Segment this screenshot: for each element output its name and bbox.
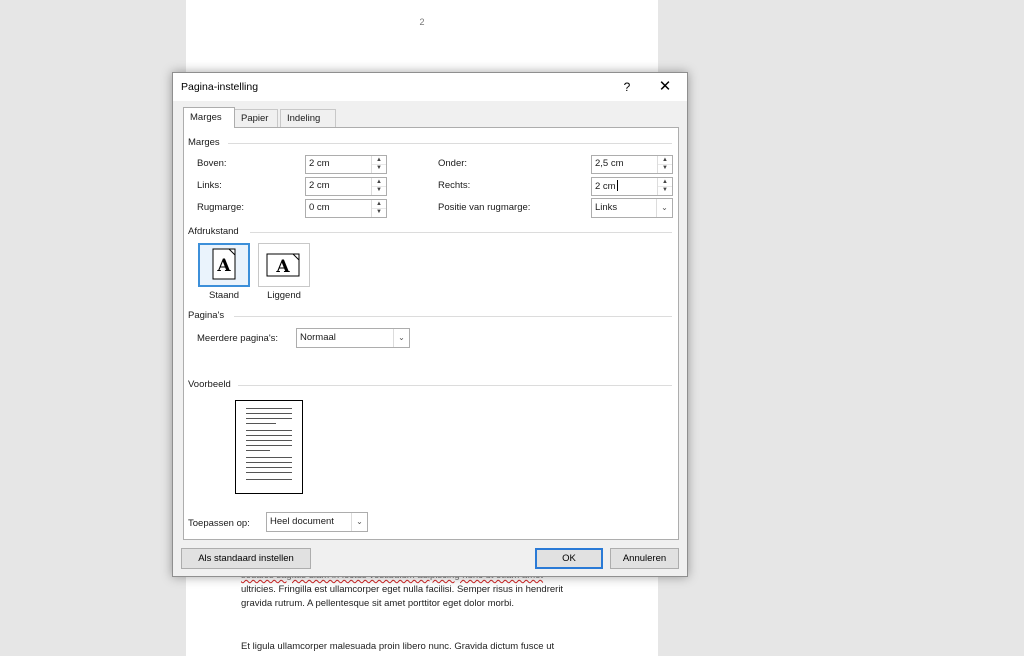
doc-line: Et ligula ullamcorper malesuada proin li… — [241, 641, 555, 652]
portrait-page-icon: A — [212, 248, 236, 280]
spin-down-icon[interactable]: ▼ — [658, 164, 672, 172]
dialog-titlebar: Pagina-instelling ? ✕ — [173, 73, 687, 101]
svg-text:A: A — [275, 257, 290, 277]
section-divider — [250, 232, 672, 233]
spin-down-icon[interactable]: ▼ — [372, 208, 386, 216]
apply-to-value: Heel document — [270, 516, 334, 527]
top-margin-spinner[interactable]: 2 cm ▲ ▼ — [305, 155, 387, 174]
gutter-position-select[interactable]: Links ⌄ — [591, 198, 673, 218]
left-margin-spinner[interactable]: 2 cm ▲ ▼ — [305, 177, 387, 196]
gutter-value: 0 cm — [309, 202, 330, 213]
multiple-pages-label: Meerdere pagina's: — [197, 333, 279, 344]
section-divider — [234, 316, 672, 317]
text-cursor — [616, 180, 618, 191]
spin-down-icon[interactable]: ▼ — [658, 186, 672, 194]
section-divider — [238, 385, 672, 386]
bottom-margin-label: Onder: — [438, 158, 468, 169]
cancel-button[interactable]: Annuleren — [610, 548, 679, 569]
bottom-margin-spinner[interactable]: 2,5 cm ▲ ▼ — [591, 155, 673, 174]
svg-text:A: A — [216, 256, 231, 276]
help-button[interactable]: ? — [617, 77, 637, 97]
bottom-margin-value: 2,5 cm — [595, 158, 624, 169]
dialog-title: Pagina-instelling — [181, 81, 259, 93]
section-pages-label: Pagina's — [188, 310, 225, 321]
gutter-label: Rugmarge: — [197, 202, 244, 213]
page-setup-dialog: Pagina-instelling ? ✕ Marges Papier Inde… — [172, 72, 688, 577]
left-margin-value: 2 cm — [309, 180, 330, 191]
set-as-default-button[interactable]: Als standaard instellen — [181, 548, 311, 569]
tab-papier[interactable]: Papier — [234, 109, 278, 128]
top-margin-value: 2 cm — [309, 158, 330, 169]
tab-marges[interactable]: Marges — [183, 107, 235, 128]
page-preview — [235, 400, 303, 494]
section-marges-label: Marges — [188, 137, 220, 148]
right-margin-label: Rechts: — [438, 180, 471, 191]
landscape-button[interactable]: A — [258, 243, 310, 287]
landscape-page-icon: A — [266, 253, 300, 277]
gutter-position-label: Positie van rugmarge: — [438, 202, 531, 213]
chevron-down-icon[interactable]: ⌄ — [393, 329, 409, 347]
multiple-pages-value: Normaal — [300, 332, 336, 343]
right-margin-value: 2 cm — [595, 180, 618, 192]
spin-down-icon[interactable]: ▼ — [372, 164, 386, 172]
left-margin-label: Links: — [197, 180, 222, 191]
page-number: 2 — [419, 17, 425, 27]
chevron-down-icon[interactable]: ⌄ — [656, 199, 672, 217]
chevron-down-icon[interactable]: ⌄ — [351, 513, 367, 531]
close-button[interactable]: ✕ — [653, 77, 677, 97]
apply-to-select[interactable]: Heel document ⌄ — [266, 512, 368, 532]
landscape-label: Liggend — [267, 290, 301, 301]
right-margin-spinner[interactable]: 2 cm ▲ ▼ — [591, 177, 673, 196]
portrait-label: Staand — [208, 290, 240, 301]
document-paragraph-2: Et ligula ullamcorper malesuada proin li… — [241, 640, 591, 654]
section-divider — [228, 143, 672, 144]
top-margin-label: Boven: — [197, 158, 227, 169]
tab-panel-marges: Marges Boven: 2 cm ▲ ▼ Links: 2 cm ▲ ▼ Rug… — [183, 127, 679, 540]
gutter-position-value: Links — [595, 202, 618, 213]
section-preview-label: Voorbeeld — [188, 379, 231, 390]
portrait-button[interactable]: A — [198, 243, 250, 287]
apply-to-label: Toepassen op: — [188, 518, 250, 529]
multiple-pages-select[interactable]: Normaal ⌄ — [296, 328, 410, 348]
doc-line: ultricies. Fringilla est ullamcorper ege… — [241, 584, 564, 595]
spin-down-icon[interactable]: ▼ — [372, 186, 386, 194]
ok-button[interactable]: OK — [535, 548, 603, 569]
gutter-spinner[interactable]: 0 cm ▲ ▼ — [305, 199, 387, 218]
doc-line: gravida rutrum. A pellentesque sit amet … — [241, 598, 514, 609]
section-orientation-label: Afdrukstand — [188, 226, 239, 237]
tab-indeling[interactable]: Indeling — [280, 109, 336, 128]
